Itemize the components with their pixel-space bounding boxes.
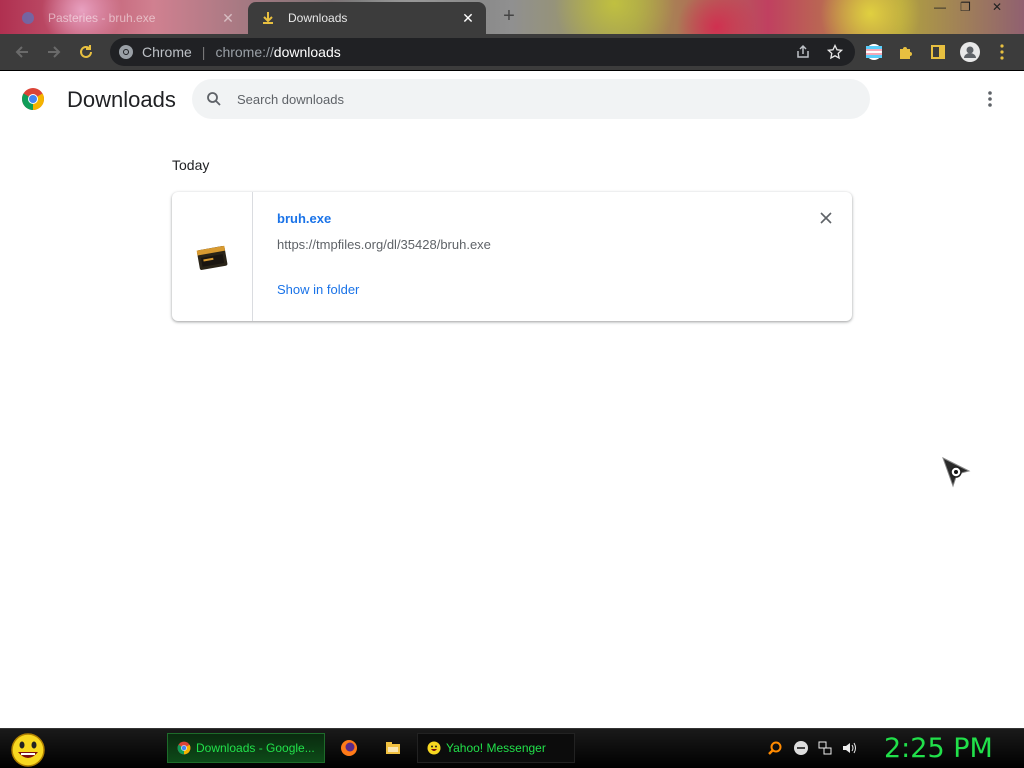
minimize-icon[interactable]: —	[934, 0, 946, 16]
search-input[interactable]	[237, 91, 837, 107]
taskbar-task-yahoo-messenger[interactable]: Yahoo! Messenger	[417, 733, 575, 763]
status-minus-icon[interactable]	[792, 739, 810, 757]
file-explorer-icon[interactable]	[384, 739, 402, 757]
forward-button[interactable]	[40, 38, 68, 66]
share-icon[interactable]	[795, 44, 811, 60]
task-label: Downloads - Google...	[196, 741, 315, 755]
search-icon	[204, 89, 224, 109]
taskbar-task-chrome[interactable]: Downloads - Google...	[167, 733, 325, 763]
tab-close-icon[interactable]: ✕	[460, 10, 476, 26]
tab-favicon-icon	[20, 10, 36, 26]
task-label: Yahoo! Messenger	[446, 741, 546, 755]
back-arrow-icon	[15, 46, 28, 58]
tab-pasteries[interactable]: Pasteries - bruh.exe ✕	[8, 2, 246, 34]
volume-icon[interactable]	[840, 739, 858, 757]
network-icon[interactable]	[816, 739, 834, 757]
reload-icon	[80, 45, 92, 58]
address-bar[interactable]: Chrome | chrome://downloads	[110, 38, 855, 66]
url-scheme: chrome://	[215, 44, 274, 60]
side-panel-icon[interactable]	[924, 38, 952, 66]
bookmark-star-icon[interactable]	[827, 44, 843, 60]
new-tab-button[interactable]: +	[498, 5, 520, 27]
url-host: downloads	[273, 44, 341, 60]
search-tray-icon[interactable]	[766, 739, 784, 757]
chrome-logo-icon	[21, 87, 45, 111]
show-in-folder-link[interactable]: Show in folder	[277, 282, 359, 297]
tab-title: Pasteries - bruh.exe	[48, 11, 156, 25]
yahoo-messenger-icon	[426, 740, 442, 756]
reload-button[interactable]	[72, 38, 100, 66]
mouse-cursor-icon	[940, 455, 972, 489]
file-type-icon-area	[172, 192, 253, 321]
tab-downloads[interactable]: Downloads ✕	[248, 2, 486, 34]
download-file-name-link[interactable]: bruh.exe	[277, 211, 331, 226]
tab-strip: Pasteries - bruh.exe ✕ Downloads ✕ + — ❐…	[0, 0, 1024, 34]
tab-title: Downloads	[288, 11, 348, 25]
forward-arrow-icon	[48, 46, 61, 58]
chrome-site-icon[interactable]	[118, 44, 134, 60]
exe-file-icon	[196, 245, 228, 270]
extensions-puzzle-icon[interactable]	[892, 38, 920, 66]
more-actions-icon[interactable]	[978, 87, 1002, 111]
taskbar-clock[interactable]: 2:25 PM	[884, 733, 993, 764]
search-bar[interactable]	[192, 79, 870, 119]
downloads-page: Downloads Today bruh.exe https://tmpfile…	[0, 71, 1024, 728]
firefox-icon[interactable]	[340, 739, 358, 757]
back-button[interactable]	[8, 38, 36, 66]
browser-toolbar: Chrome | chrome://downloads	[0, 34, 1024, 70]
page-title: Downloads	[67, 87, 176, 112]
site-name: Chrome	[142, 44, 192, 60]
chrome-icon	[176, 740, 192, 756]
tab-close-icon[interactable]: ✕	[220, 10, 236, 26]
restore-icon[interactable]: ❐	[960, 0, 971, 16]
date-section-header: Today	[172, 157, 210, 173]
remove-download-icon[interactable]	[816, 208, 836, 228]
browser-menu-icon[interactable]	[988, 38, 1016, 66]
start-button-smiley-icon[interactable]	[8, 732, 48, 768]
taskbar: Downloads - Google... Yahoo! Messenger 2…	[0, 728, 1024, 768]
window-close-icon[interactable]: ✕	[992, 0, 1002, 16]
download-item: bruh.exe https://tmpfiles.org/dl/35428/b…	[172, 192, 852, 321]
download-favicon-icon	[260, 10, 276, 26]
profile-flag-icon[interactable]	[860, 38, 888, 66]
download-source-url[interactable]: https://tmpfiles.org/dl/35428/bruh.exe	[277, 237, 491, 252]
profile-avatar-icon[interactable]	[956, 38, 984, 66]
separator: |	[201, 44, 206, 60]
